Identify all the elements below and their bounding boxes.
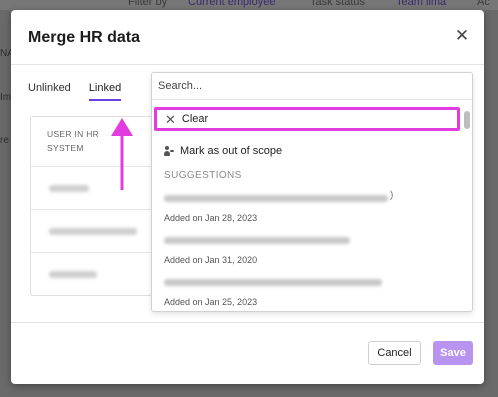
clear-x-icon: ✕ — [165, 111, 176, 127]
save-button[interactable]: Save — [433, 341, 473, 365]
close-icon[interactable]: ✕ — [454, 27, 470, 44]
redacted-text — [164, 237, 350, 244]
suggestion-date: Added on Jan 25, 2023 — [164, 297, 258, 307]
link-user-dropdown: ✕ Clear Mark as out of scope SUGGESTIONS… — [151, 72, 473, 312]
suggestions-heading: SUGGESTIONS — [164, 170, 242, 181]
divider — [11, 64, 484, 65]
modal-title: Merge HR data — [28, 29, 141, 46]
cancel-button[interactable]: Cancel — [368, 341, 421, 365]
clear-label: Clear — [181, 113, 209, 125]
table-row[interactable] — [31, 253, 154, 295]
table-row[interactable] — [31, 210, 154, 253]
search-input[interactable] — [152, 73, 472, 100]
suggestion-item[interactable]: ) Added on Jan 28, 2023 — [164, 190, 454, 225]
background-fragment: Im — [0, 92, 12, 103]
tab-unlinked[interactable]: Unlinked — [28, 82, 71, 101]
clear-option[interactable]: ✕ Clear — [154, 107, 460, 131]
divider — [11, 322, 484, 323]
tab-bar: Unlinked Linked — [28, 82, 122, 101]
background-fragment: re — [0, 135, 9, 146]
background-task-status: Task status — [310, 0, 366, 8]
suggestion-date: Added on Jan 31, 2020 — [164, 255, 258, 265]
redacted-text — [49, 228, 137, 235]
out-of-scope-label: Mark as out of scope — [180, 145, 283, 157]
redacted-text — [164, 195, 388, 202]
background-filter-bar: Filter by Current employee Task status T… — [0, 0, 498, 10]
background-filter-value: Current employee — [188, 0, 276, 8]
mark-out-of-scope-option[interactable]: Mark as out of scope — [164, 145, 282, 157]
suggestion-item[interactable]: Added on Jan 31, 2020 — [164, 233, 454, 267]
redacted-text — [49, 185, 89, 192]
tab-linked[interactable]: Linked — [88, 82, 122, 101]
suggestion-item[interactable]: Added on Jan 25, 2023 — [164, 275, 454, 309]
annotation-arrow-icon — [111, 118, 133, 190]
out-of-scope-icon — [164, 146, 174, 156]
redacted-text — [49, 271, 97, 278]
redacted-text — [164, 279, 382, 286]
background-more: Ac — [477, 0, 490, 8]
suggestion-date: Added on Jan 28, 2023 — [164, 213, 258, 223]
background-team: Team lima — [396, 0, 447, 8]
scrollbar-thumb[interactable] — [464, 111, 470, 129]
background-filter-label: Filter by — [128, 0, 168, 8]
suggestion-paren: ) — [390, 190, 394, 201]
dropdown-scrollbar[interactable] — [464, 105, 470, 311]
merge-hr-modal: Merge HR data ✕ Unlinked Linked USER IN … — [11, 10, 484, 384]
